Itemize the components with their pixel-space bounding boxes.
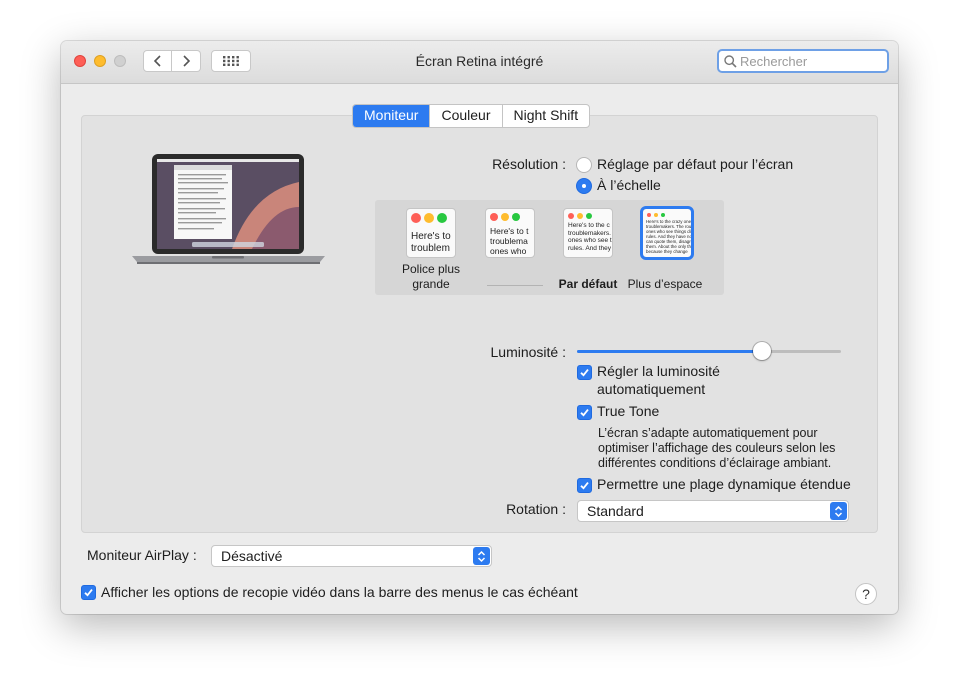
scale-option-larger-text[interactable]: Here's to troublem [406, 208, 456, 258]
scale-preview-text: Here's to the crazy one troublemakers. T… [646, 219, 692, 254]
scale-separator [487, 285, 543, 286]
rotation-select[interactable]: Standard [577, 500, 849, 522]
tab-bar: Moniteur Couleur Night Shift [352, 104, 591, 128]
auto-brightness-checkbox[interactable] [577, 365, 592, 380]
checkmark-icon [84, 589, 93, 597]
preferences-window: Écran Retina intégré Moniteur Couleur Ni… [61, 41, 898, 614]
window-controls-icon [647, 213, 665, 217]
scale-option-more-space[interactable]: Here's to the crazy one troublemakers. T… [640, 206, 694, 260]
window-controls-icon [568, 213, 592, 219]
help-button[interactable]: ? [855, 583, 877, 605]
checkmark-icon [580, 369, 589, 377]
brightness-slider-knob[interactable] [752, 342, 771, 360]
brightness-slider[interactable] [577, 342, 841, 360]
resolution-scaled-radio[interactable] [576, 178, 592, 194]
mirroring-options-label[interactable]: Afficher les options de recopie vidéo da… [101, 584, 578, 600]
scale-label-more-space: Plus d’espace [627, 277, 703, 291]
tab-moniteur[interactable]: Moniteur [353, 105, 430, 127]
resolution-label: Résolution : [492, 156, 566, 172]
search-icon [724, 54, 737, 68]
mirroring-options-checkbox[interactable] [81, 585, 96, 600]
chevron-up-down-icon [473, 547, 490, 565]
scale-preview-text: Here's to t troublema ones who [490, 226, 529, 256]
scale-preview-text: Here's to troublem [411, 231, 451, 254]
search-input[interactable] [737, 53, 880, 69]
rotation-value: Standard [587, 503, 644, 519]
scale-label-default: Par défaut [558, 277, 618, 291]
chevron-up-down-icon [830, 502, 847, 520]
resolution-default-label[interactable]: Réglage par défaut pour l’écran [597, 156, 793, 172]
brightness-label: Luminosité : [490, 344, 566, 360]
airplay-label: Moniteur AirPlay : [87, 547, 197, 563]
tab-couleur[interactable]: Couleur [429, 105, 501, 127]
resolution-default-radio[interactable] [576, 157, 592, 173]
true-tone-description: L’écran s’adapte automatiquement pour op… [598, 426, 836, 470]
tab-night-shift[interactable]: Night Shift [501, 105, 590, 127]
scale-options: Here's to troublem Here's to t troublema… [375, 200, 724, 295]
title-bar: Écran Retina intégré [61, 41, 898, 84]
search-field[interactable] [717, 49, 889, 73]
rotation-label: Rotation : [506, 501, 566, 517]
scale-label-larger-text: Police plus grande [401, 262, 461, 291]
scale-preview-text: Here's to the c troublemakers. ones who … [568, 222, 612, 252]
checkmark-icon [580, 482, 589, 490]
scale-option-2[interactable]: Here's to t troublema ones who [485, 208, 535, 258]
macbook-illustration [132, 154, 325, 264]
true-tone-checkbox[interactable] [577, 405, 592, 420]
checkmark-icon [580, 409, 589, 417]
true-tone-label[interactable]: True Tone [597, 403, 659, 419]
airplay-value: Désactivé [221, 548, 283, 564]
window-controls-icon [411, 213, 447, 223]
hdr-checkbox[interactable] [577, 478, 592, 493]
brightness-slider-fill [577, 350, 762, 353]
window-controls-icon [490, 213, 520, 221]
hdr-label[interactable]: Permettre une plage dynamique étendue [597, 476, 851, 492]
airplay-select[interactable]: Désactivé [211, 545, 492, 567]
display-panel: Résolution : Réglage par défaut pour l’é… [81, 115, 878, 533]
auto-brightness-label[interactable]: Régler la luminosité automatiquement [597, 362, 757, 398]
resolution-scaled-label[interactable]: À l’échelle [597, 177, 661, 193]
scale-option-default[interactable]: Here's to the c troublemakers. ones who … [563, 208, 613, 258]
